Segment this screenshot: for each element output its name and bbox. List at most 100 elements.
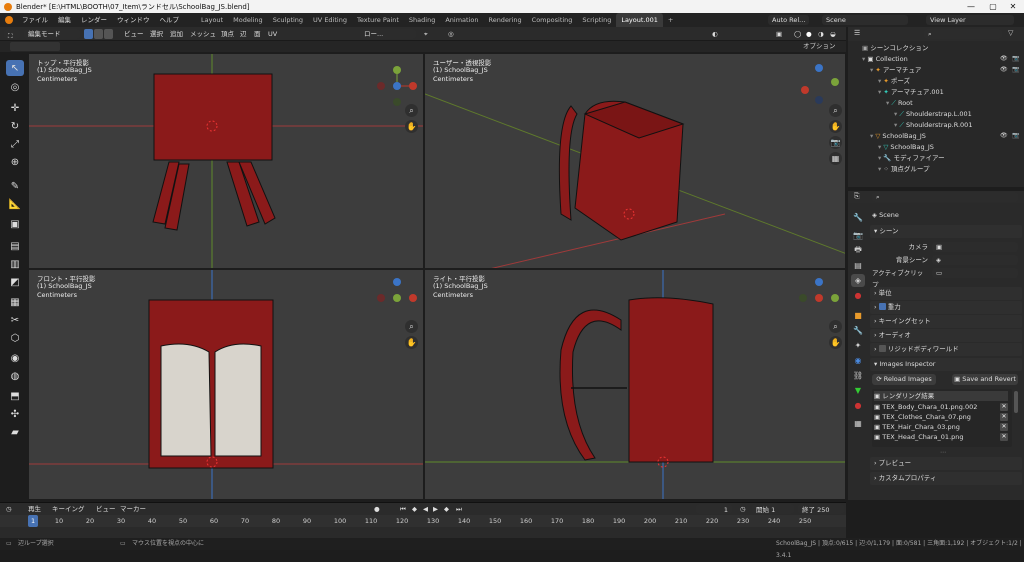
view-layer-selector[interactable]: View Layer <box>926 15 1014 25</box>
timeline-menu-playback[interactable]: 再生 <box>28 503 41 515</box>
bg-scene-field[interactable]: ◈ <box>932 255 1018 265</box>
clock-icon[interactable]: ◷ <box>740 503 746 515</box>
properties-editor-icon[interactable]: ⎘ <box>854 192 860 201</box>
data-tab-icon[interactable]: ▼ <box>851 384 865 397</box>
camera-view-icon[interactable]: 📷 <box>829 136 842 149</box>
playhead[interactable]: 1 <box>28 515 39 527</box>
header-menu-edge[interactable]: 辺 <box>240 27 247 41</box>
transform-orientation-selector[interactable]: ロー... <box>360 29 416 39</box>
outliner-item[interactable]: ▾ ✦ ポーズ <box>848 76 1024 86</box>
save-and-revert-button[interactable]: ▣ Save and Revert <box>952 374 1018 385</box>
outliner-editor-icon[interactable]: ☰ <box>854 29 860 37</box>
prev-key-button[interactable]: ◆ <box>412 503 417 515</box>
tab-texture-paint[interactable]: Texture Paint <box>352 13 404 27</box>
remove-image-button[interactable]: ✕ <box>1000 413 1008 421</box>
particles-tab-icon[interactable]: ✦ <box>851 339 865 352</box>
render-result-row[interactable]: ▣ レンダリング結果 <box>874 391 1008 401</box>
menu-edit[interactable]: 編集 <box>53 13 76 27</box>
record-button[interactable]: ● <box>374 503 380 515</box>
minimize-button[interactable]: — <box>960 0 982 13</box>
edge-slide-tool-icon[interactable]: ⬒ <box>6 388 24 404</box>
pan-hand-icon[interactable]: ✋ <box>405 336 418 349</box>
smooth-tool-icon[interactable]: ◍ <box>6 368 24 384</box>
outliner-item[interactable]: ▾ 🔧 モディファイアー <box>848 153 1024 163</box>
physics-tab-icon[interactable]: ◉ <box>851 354 865 367</box>
add-cube-tool-icon[interactable]: ▣ <box>6 216 24 232</box>
pan-hand-icon[interactable]: ✋ <box>405 120 418 133</box>
active-clip-field[interactable]: ▭ <box>932 268 1018 278</box>
header-menu-vertex[interactable]: 頂点 <box>221 27 234 41</box>
axis-gizmo[interactable] <box>375 276 419 320</box>
move-tool-icon[interactable]: ✛ <box>6 100 24 116</box>
axis-gizmo[interactable] <box>375 64 419 108</box>
properties-editor[interactable]: ⎘ ⌕ 🔧 📷 🖶 ▤ ◈ ● ■ 🔧 ✦ ◉ ⛓ ▼ ● ▦ ◈ Scene … <box>848 191 1024 500</box>
header-menu-add[interactable]: 追加 <box>170 27 183 41</box>
outliner-search-input[interactable]: ⌕ <box>924 29 1002 39</box>
section-gravity[interactable]: › 重力 <box>870 301 1022 314</box>
outliner-item[interactable]: ▾ ▽ SchoolBag_JS 👁 📷 <box>848 131 1024 141</box>
material-tab-icon[interactable]: ● <box>851 399 865 412</box>
remove-image-button[interactable]: ✕ <box>1000 403 1008 411</box>
world-tab-icon[interactable]: ● <box>851 289 865 302</box>
outliner-item[interactable]: ▾ ▣ Collection 👁 📷 <box>848 54 1024 64</box>
header-menu-face[interactable]: 面 <box>254 27 261 41</box>
section-keying-sets[interactable]: › キーイングセット <box>870 315 1022 328</box>
outliner-item[interactable]: ▾ ⟋ Root <box>848 98 1024 108</box>
overlay-icon[interactable]: ◐ <box>712 27 718 41</box>
section-audio[interactable]: › オーディオ <box>870 329 1022 342</box>
frame-ruler[interactable]: 1 10 20 30 40 50 60 70 80 90 100 110 120 130 140 150 160… <box>0 515 846 527</box>
loop-cut-tool-icon[interactable]: ▦ <box>6 294 24 310</box>
section-scene[interactable]: ▾ シーン <box>870 225 1022 238</box>
annotate-tool-icon[interactable]: ✎ <box>6 178 24 194</box>
rotate-tool-icon[interactable]: ↻ <box>6 118 24 134</box>
next-key-button[interactable]: ◆ <box>444 503 449 515</box>
tab-layout-001[interactable]: Layout.001 <box>616 13 663 27</box>
timeline-menu-view[interactable]: ビュー <box>96 503 116 515</box>
cursor-tool-icon[interactable]: ◎ <box>6 79 24 95</box>
knife-tool-icon[interactable]: ✂ <box>6 312 24 328</box>
select-mode-face-button[interactable] <box>104 29 113 39</box>
options-button[interactable]: オプション <box>803 41 836 52</box>
outliner-item[interactable]: ▾ ⁘ 頂点グループ <box>848 164 1024 174</box>
tab-sculpting[interactable]: Sculpting <box>268 13 308 27</box>
timeline-menu-marker[interactable]: マーカー <box>120 503 146 515</box>
output-tab-icon[interactable]: 🖶 <box>851 244 865 257</box>
axis-gizmo[interactable] <box>797 62 841 106</box>
timeline-editor[interactable]: ◷ 再生 キーイング ビュー マーカー ● ⏮ ◆ ◀ ▶ ◆ ⏭ 1 ◷ 開始… <box>0 502 846 538</box>
viewport-top[interactable]: トップ・平行投影 (1) SchoolBag_JS Centimeters ⌕ … <box>28 53 424 269</box>
object-tab-icon[interactable]: ■ <box>851 309 865 322</box>
zoom-icon[interactable]: ⌕ <box>829 104 842 117</box>
select-mode-edge-button[interactable] <box>94 29 103 39</box>
ortho-toggle-icon[interactable]: ▦ <box>829 152 842 165</box>
tab-layout[interactable]: Layout <box>196 13 228 27</box>
list-resize-handle[interactable]: ⋯ <box>940 449 952 456</box>
image-row[interactable]: ▣ TEX_Body_Chara_01.png.002 ✕ <box>874 402 1008 412</box>
auto-rel-field[interactable]: Auto Rel... <box>768 15 810 25</box>
properties-search-input[interactable]: ⌕ <box>872 192 1018 202</box>
play-reverse-button[interactable]: ◀ <box>423 503 428 515</box>
tab-compositing[interactable]: Compositing <box>527 13 578 27</box>
visibility-eye-icon[interactable]: 👁 <box>1000 131 1008 141</box>
jump-end-button[interactable]: ⏭ <box>456 503 462 515</box>
current-frame-field[interactable]: 1 <box>696 504 732 514</box>
bevel-tool-icon[interactable]: ◩ <box>6 274 24 290</box>
mode-selector[interactable]: 編集モード <box>24 29 80 39</box>
timeline-menu-keying[interactable]: キーイング <box>52 503 85 515</box>
add-workspace-button[interactable]: + <box>663 13 678 27</box>
tab-rendering[interactable]: Rendering <box>483 13 526 27</box>
shading-rendered-icon[interactable]: ◒ <box>830 27 836 41</box>
zoom-icon[interactable]: ⌕ <box>405 320 418 333</box>
menu-render[interactable]: レンダー <box>76 13 112 27</box>
header-menu-mesh[interactable]: メッシュ <box>190 27 216 41</box>
outliner[interactable]: ☰ ⌕ ▽ ▣ シーンコレクション ▾ ▣ Collection 👁 📷 ▾ ✦ アー… <box>848 27 1024 187</box>
image-row[interactable]: ▣ TEX_Head_Chara_01.png ✕ <box>874 432 1008 442</box>
image-list-scrollbar[interactable] <box>1014 391 1018 413</box>
image-row[interactable]: ▣ TEX_Hair_Chara_03.png ✕ <box>874 422 1008 432</box>
timeline-editor-type-icon[interactable]: ◷ <box>6 503 12 515</box>
render-visibility-icon[interactable]: 📷 <box>1012 131 1019 141</box>
viewport-right[interactable]: ライト・平行投影 (1) SchoolBag_JS Centimeters ⌕ … <box>424 269 846 500</box>
shear-tool-icon[interactable]: ▰ <box>6 424 24 440</box>
image-row[interactable]: ▣ TEX_Clothes_Chara_07.png ✕ <box>874 412 1008 422</box>
pan-hand-icon[interactable]: ✋ <box>829 336 842 349</box>
render-visibility-icon[interactable]: 📷 <box>1012 65 1019 75</box>
